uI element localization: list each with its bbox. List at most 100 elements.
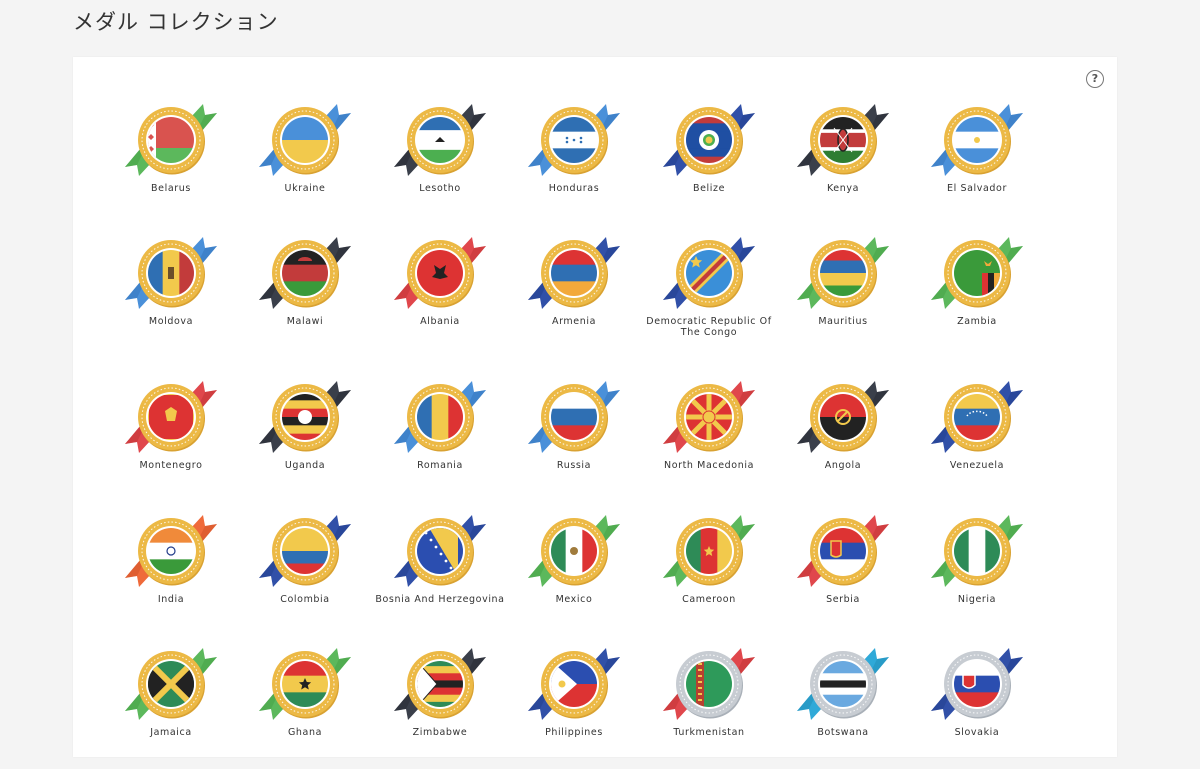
medal-mauritius[interactable]: Mauritius — [776, 228, 910, 358]
medal-icon — [394, 515, 486, 587]
medal-icon — [931, 381, 1023, 453]
medal-india[interactable]: India — [104, 506, 238, 636]
medal-name: Belarus — [151, 183, 191, 194]
help-icon[interactable]: ? — [1086, 70, 1104, 88]
medal-armenia[interactable]: Armenia — [507, 228, 641, 358]
medal-icon — [259, 648, 351, 720]
medal-turkmenistan[interactable]: Turkmenistan — [642, 639, 776, 769]
medal-honduras[interactable]: Honduras — [507, 95, 641, 225]
medal-nigeria[interactable]: Nigeria — [910, 506, 1044, 636]
medal-montenegro[interactable]: Montenegro — [104, 372, 238, 502]
medal-icon — [797, 104, 889, 176]
medal-icon — [394, 104, 486, 176]
page-title: メダル コレクション — [73, 10, 279, 34]
medal-name: Moldova — [148, 316, 194, 327]
medal-icon — [259, 515, 351, 587]
medal-icon — [125, 381, 217, 453]
medal-icon — [663, 648, 755, 720]
medal-moldova[interactable]: Moldova — [104, 228, 238, 358]
medal-icon — [797, 515, 889, 587]
medal-icon — [797, 237, 889, 309]
medal-albania[interactable]: Albania — [373, 228, 507, 358]
medal-name: Kenya — [826, 183, 860, 194]
medal-name: Honduras — [548, 183, 600, 194]
medal-ghana[interactable]: Ghana — [238, 639, 372, 769]
medal-name: Uganda — [284, 460, 326, 471]
medal-ukraine[interactable]: Ukraine — [238, 95, 372, 225]
medal-bosnia-and-herzegovina[interactable]: Bosnia And Herzegovina — [373, 506, 507, 636]
medal-icon — [528, 515, 620, 587]
medal-icon — [528, 237, 620, 309]
medal-icon — [528, 104, 620, 176]
medal-name: Zambia — [957, 316, 997, 327]
medal-jamaica[interactable]: Jamaica — [104, 639, 238, 769]
medal-name: Russia — [556, 460, 592, 471]
medal-serbia[interactable]: Serbia — [776, 506, 910, 636]
medal-name: Lesotho — [419, 183, 461, 194]
medal-belarus[interactable]: Belarus — [104, 95, 238, 225]
medal-name: Armenia — [551, 316, 597, 327]
medal-name: Albania — [420, 316, 460, 327]
medal-icon — [394, 648, 486, 720]
medal-icon — [125, 104, 217, 176]
medal-icon — [259, 237, 351, 309]
medal-icon — [528, 648, 620, 720]
medal-collection-panel: ? Belarus Ukraine Lesotho Honduras Beliz… — [73, 57, 1117, 757]
medal-name: Mexico — [555, 594, 593, 605]
medal-russia[interactable]: Russia — [507, 372, 641, 502]
medal-kenya[interactable]: Kenya — [776, 95, 910, 225]
medal-icon — [259, 104, 351, 176]
medal-belize[interactable]: Belize — [642, 95, 776, 225]
medal-name: Mauritius — [818, 316, 868, 327]
medal-name: Democratic Republic Of The Congo — [646, 316, 772, 338]
medal-icon — [394, 237, 486, 309]
medal-name: Venezuela — [949, 460, 1005, 471]
medal-name: El Salvador — [947, 183, 1007, 194]
medal-malawi[interactable]: Malawi — [238, 228, 372, 358]
medal-lesotho[interactable]: Lesotho — [373, 95, 507, 225]
medal-name: Malawi — [286, 316, 324, 327]
medal-name: India — [157, 594, 185, 605]
medal-icon — [125, 515, 217, 587]
medal-name: Colombia — [280, 594, 330, 605]
medal-slovakia[interactable]: Slovakia — [910, 639, 1044, 769]
medal-uganda[interactable]: Uganda — [238, 372, 372, 502]
medal-zambia[interactable]: Zambia — [910, 228, 1044, 358]
medal-democratic-republic-of-the-congo[interactable]: Democratic Republic Of The Congo — [642, 228, 776, 358]
medal-romania[interactable]: Romania — [373, 372, 507, 502]
medal-icon — [259, 381, 351, 453]
medal-name: Belize — [692, 183, 726, 194]
medal-icon — [663, 237, 755, 309]
medal-icon — [797, 381, 889, 453]
medal-el-salvador[interactable]: El Salvador — [910, 95, 1044, 225]
medal-icon — [394, 381, 486, 453]
medal-venezuela[interactable]: Venezuela — [910, 372, 1044, 502]
medal-zimbabwe[interactable]: Zimbabwe — [373, 639, 507, 769]
medal-name: Ukraine — [284, 183, 326, 194]
medal-name: Nigeria — [957, 594, 997, 605]
medal-name: Cameroon — [682, 594, 736, 605]
medal-name: Romania — [417, 460, 463, 471]
medal-philippines[interactable]: Philippines — [507, 639, 641, 769]
medal-name: North Macedonia — [663, 460, 754, 471]
medal-icon — [797, 648, 889, 720]
medal-north-macedonia[interactable]: North Macedonia — [642, 372, 776, 502]
medal-icon — [931, 237, 1023, 309]
medal-name: Montenegro — [139, 460, 203, 471]
medal-name: Serbia — [826, 594, 860, 605]
medal-botswana[interactable]: Botswana — [776, 639, 910, 769]
medal-angola[interactable]: Angola — [776, 372, 910, 502]
medal-icon — [931, 515, 1023, 587]
medal-icon — [931, 648, 1023, 720]
medal-cameroon[interactable]: Cameroon — [642, 506, 776, 636]
medal-icon — [125, 237, 217, 309]
medal-icon — [663, 381, 755, 453]
medal-name: Bosnia And Herzegovina — [375, 594, 505, 605]
medal-icon — [125, 648, 217, 720]
medal-icon — [663, 515, 755, 587]
medal-colombia[interactable]: Colombia — [238, 506, 372, 636]
medal-name: Angola — [824, 460, 862, 471]
medal-mexico[interactable]: Mexico — [507, 506, 641, 636]
medal-icon — [663, 104, 755, 176]
medal-icon — [931, 104, 1023, 176]
